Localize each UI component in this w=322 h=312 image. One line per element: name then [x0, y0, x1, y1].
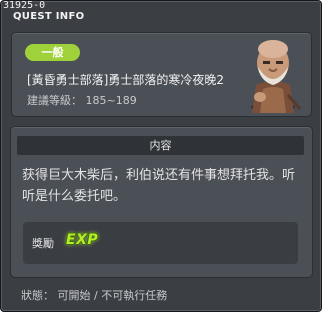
window-title: QUEST INFO — [13, 11, 85, 22]
quest-description: 获得巨大木柴后，利伯说还有件事想拜托我。听听是什么委托吧。 — [22, 168, 296, 204]
level-label: 建議等級 — [27, 94, 71, 107]
quest-content-panel: 内容 获得巨大木柴后，利伯说还有件事想拜托我。听听是什么委托吧。 獎勵 EXP — [10, 126, 313, 278]
status-label: 狀態 — [21, 289, 43, 302]
status-line: 狀態： 可開始 / 不可執行任務 — [21, 289, 168, 302]
quest-name: [黃昏勇士部落]勇士部落的寒冷夜晚2 — [27, 73, 224, 87]
quest-summary-panel: 一般 [黃昏勇士部落]勇士部落的寒冷夜晚2 建議等級： 185~189 — [11, 32, 312, 117]
level-line: 建議等級： 185~189 — [27, 94, 137, 107]
reward-box: 獎勵 EXP — [23, 222, 298, 264]
title-bar[interactable]: 31925-0 QUEST INFO — [1, 0, 321, 25]
status-value: 可開始 / 不可執行任務 — [57, 289, 168, 302]
content-header: 内容 — [17, 136, 304, 155]
reward-label: 獎勵 — [32, 237, 54, 250]
quest-info-window: 31925-0 QUEST INFO 一般 [黃昏勇士部落]勇士部落的寒冷夜晚2… — [0, 0, 322, 312]
quest-id: 31925-0 — [3, 0, 46, 11]
exp-icon[interactable]: EXP — [66, 232, 98, 248]
category-badge: 一般 — [25, 44, 80, 61]
elder-npc-icon — [251, 40, 302, 113]
level-range: 185~189 — [85, 94, 137, 107]
